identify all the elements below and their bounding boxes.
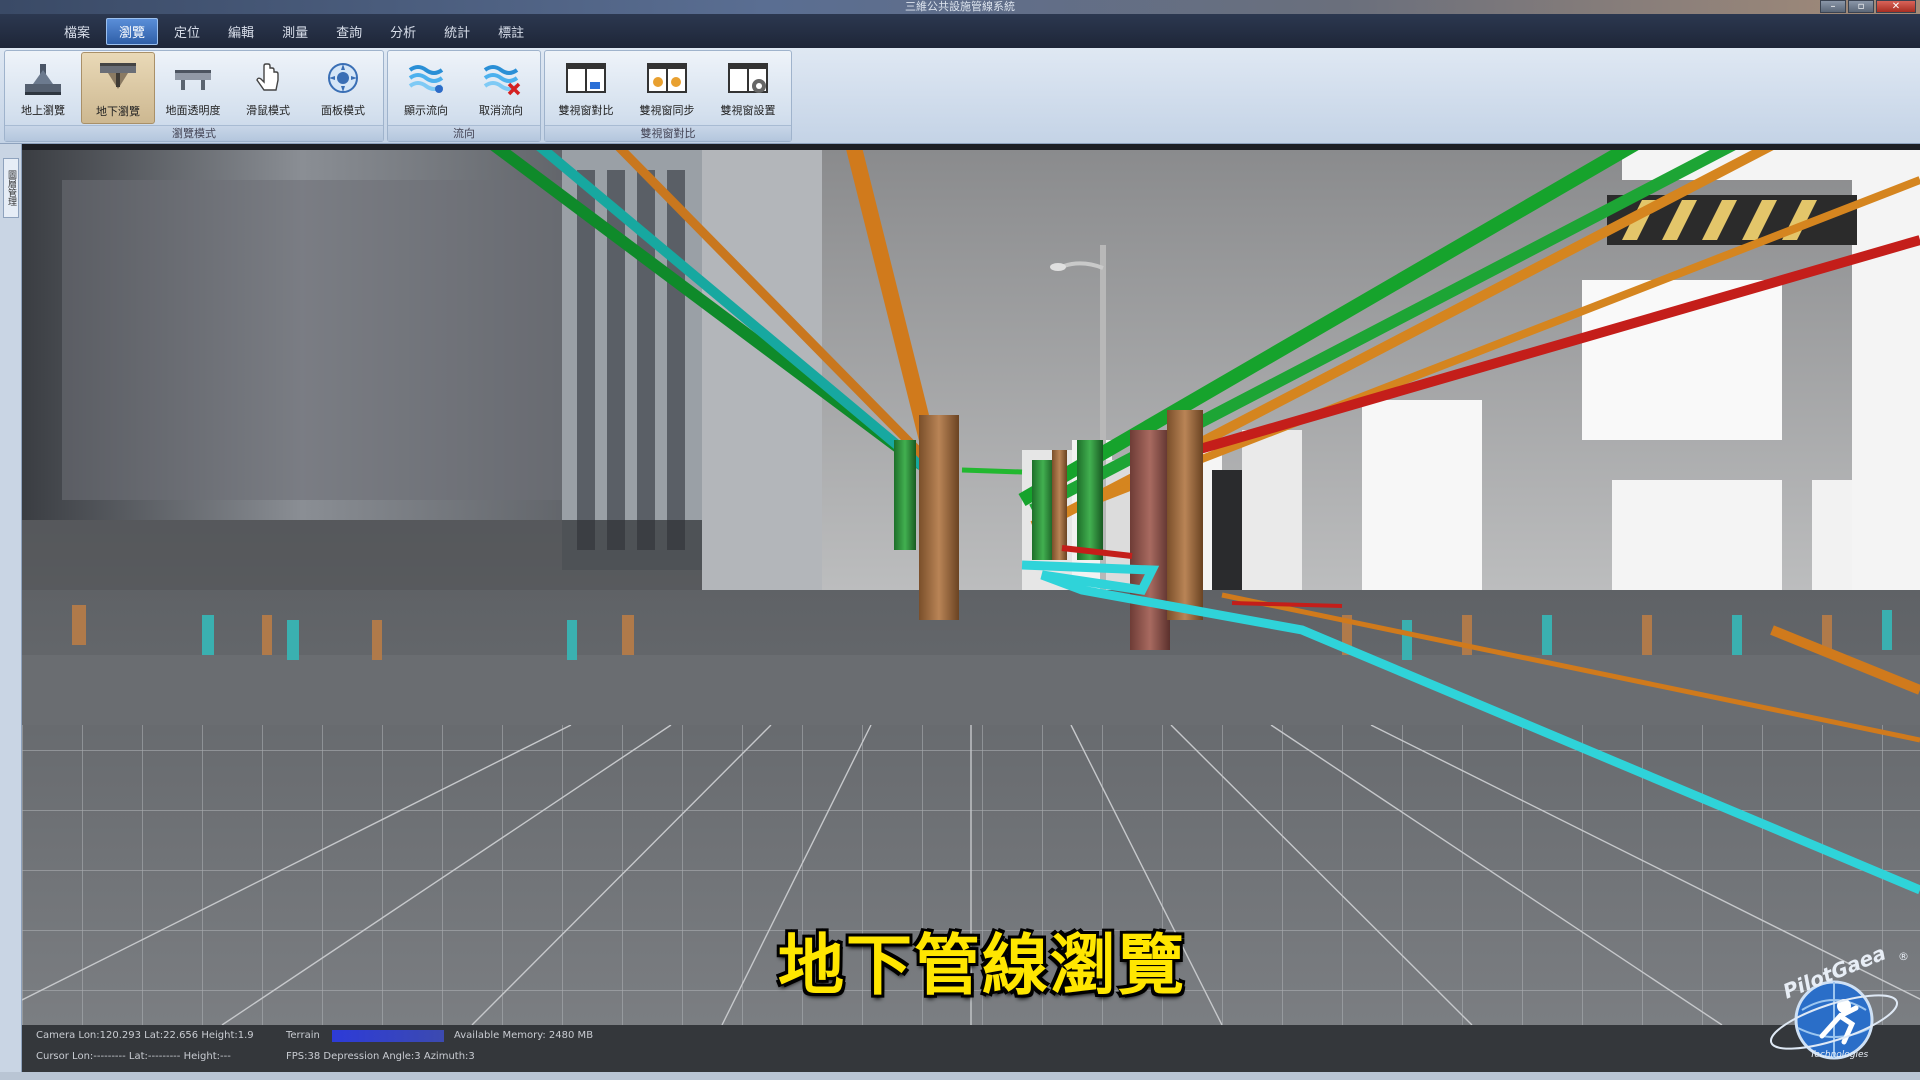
- dual-window-settings-button[interactable]: 雙視窗設置: [708, 52, 788, 124]
- subtitle-caption: 地下管線瀏覽: [778, 927, 1186, 1004]
- button-label: 雙視窗同步: [639, 104, 695, 117]
- menu-browse[interactable]: 瀏覽: [106, 17, 159, 45]
- 3d-viewport[interactable]: 地下管線瀏覽: [22, 150, 1920, 1025]
- scene-canvas[interactable]: [22, 150, 1920, 1025]
- menu-query[interactable]: 查詢: [324, 19, 374, 44]
- menu-annotation[interactable]: 標註: [486, 19, 536, 44]
- restore-button[interactable]: ▫: [1848, 0, 1874, 13]
- left-dock-panel: 圖層管理: [0, 144, 22, 1072]
- menu-measure[interactable]: 測量: [270, 19, 320, 44]
- layer-manager-tab[interactable]: 圖層管理: [3, 158, 19, 218]
- button-label: 雙視窗對比: [558, 104, 614, 117]
- menu-edit[interactable]: 編輯: [216, 19, 266, 44]
- ribbon-group-flow: 顯示流向 取消流向 流向: [387, 50, 541, 142]
- window-title: 三維公共設施管線系統: [905, 0, 1015, 13]
- group-label: 雙視窗對比: [545, 125, 791, 141]
- ribbon-toolbar: 地上瀏覽 地下瀏覽 地面透明度 滑鼠模式 面板模式 瀏覽模式 顯示流向 取消流向…: [0, 48, 1920, 144]
- ground-transparency-button[interactable]: 地面透明度: [156, 52, 230, 124]
- minimize-button[interactable]: –: [1820, 0, 1846, 13]
- button-label: 顯示流向: [404, 104, 448, 117]
- dual-window-settings-icon: [726, 58, 770, 98]
- group-label: 流向: [388, 125, 540, 141]
- menu-analysis[interactable]: 分析: [378, 19, 428, 44]
- button-label: 雙視窗設置: [720, 104, 776, 117]
- dual-window-sync-button[interactable]: 雙視窗同步: [627, 52, 707, 124]
- left-building: [22, 150, 822, 590]
- show-flow-button[interactable]: 顯示流向: [389, 52, 463, 124]
- ribbon-group-browse-mode: 地上瀏覽 地下瀏覽 地面透明度 滑鼠模式 面板模式 瀏覽模式: [4, 50, 384, 142]
- button-label: 滑鼠模式: [246, 104, 290, 117]
- pilotgaea-logo: PilotGaea ® Technologies: [1752, 941, 1912, 1068]
- cancel-flow-button[interactable]: 取消流向: [464, 52, 538, 124]
- button-label: 地面透明度: [165, 104, 221, 117]
- window-bottom-edge: [0, 1072, 1920, 1080]
- terrain-label: Terrain: [286, 1030, 320, 1041]
- menu-file[interactable]: 檔案: [52, 19, 102, 44]
- panel-mode-button[interactable]: 面板模式: [306, 52, 380, 124]
- button-label: 地上瀏覽: [21, 104, 65, 117]
- dual-window-sync-icon: [645, 58, 689, 98]
- trench-wall: [22, 655, 1920, 725]
- show-flow-icon: [404, 58, 448, 98]
- underground-browse-button[interactable]: 地下瀏覽: [81, 52, 155, 124]
- group-label: 瀏覽模式: [5, 125, 383, 141]
- mouse-mode-button[interactable]: 滑鼠模式: [231, 52, 305, 124]
- above-ground-icon: [21, 58, 65, 98]
- ribbon-group-dual-window: 雙視窗對比 雙視窗同步 雙視窗設置 雙視窗對比: [544, 50, 792, 142]
- button-label: 地下瀏覽: [96, 105, 140, 118]
- logo-sub-text: Technologies: [1810, 1050, 1869, 1060]
- memory-readout: Available Memory: 2480 MB: [454, 1030, 594, 1041]
- camera-readout: Camera Lon:120.293 Lat:22.656 Height:1.9: [36, 1030, 254, 1041]
- logo-registered-mark: ®: [1898, 950, 1909, 963]
- cursor-readout: Cursor Lon:--------- Lat:--------- Heigh…: [36, 1051, 231, 1062]
- window-controls: – ▫ ✕: [1820, 0, 1916, 14]
- dual-window-compare-icon: [564, 58, 608, 98]
- ground-transparency-icon: [171, 58, 215, 98]
- terrain-progress-bar: [332, 1030, 444, 1042]
- fps-readout: FPS:38 Depression Angle:3 Azimuth:3: [286, 1051, 475, 1062]
- above-ground-browse-button[interactable]: 地上瀏覽: [6, 52, 80, 124]
- close-button[interactable]: ✕: [1876, 0, 1916, 13]
- dual-window-compare-button[interactable]: 雙視窗對比: [546, 52, 626, 124]
- mouse-hand-icon: [246, 58, 290, 98]
- cancel-flow-icon: [479, 58, 523, 98]
- button-label: 面板模式: [321, 104, 365, 117]
- underground-icon: [96, 59, 140, 99]
- button-label: 取消流向: [479, 104, 523, 117]
- panel-compass-icon: [321, 58, 365, 98]
- menu-statistics[interactable]: 統計: [432, 19, 482, 44]
- status-bar: Camera Lon:120.293 Lat:22.656 Height:1.9…: [22, 1025, 1920, 1072]
- menu-bar: 檔案 瀏覽 定位 編輯 測量 查詢 分析 統計 標註: [0, 14, 1920, 48]
- menu-locate[interactable]: 定位: [162, 19, 212, 44]
- title-bar: 三維公共設施管線系統 – ▫ ✕: [0, 0, 1920, 14]
